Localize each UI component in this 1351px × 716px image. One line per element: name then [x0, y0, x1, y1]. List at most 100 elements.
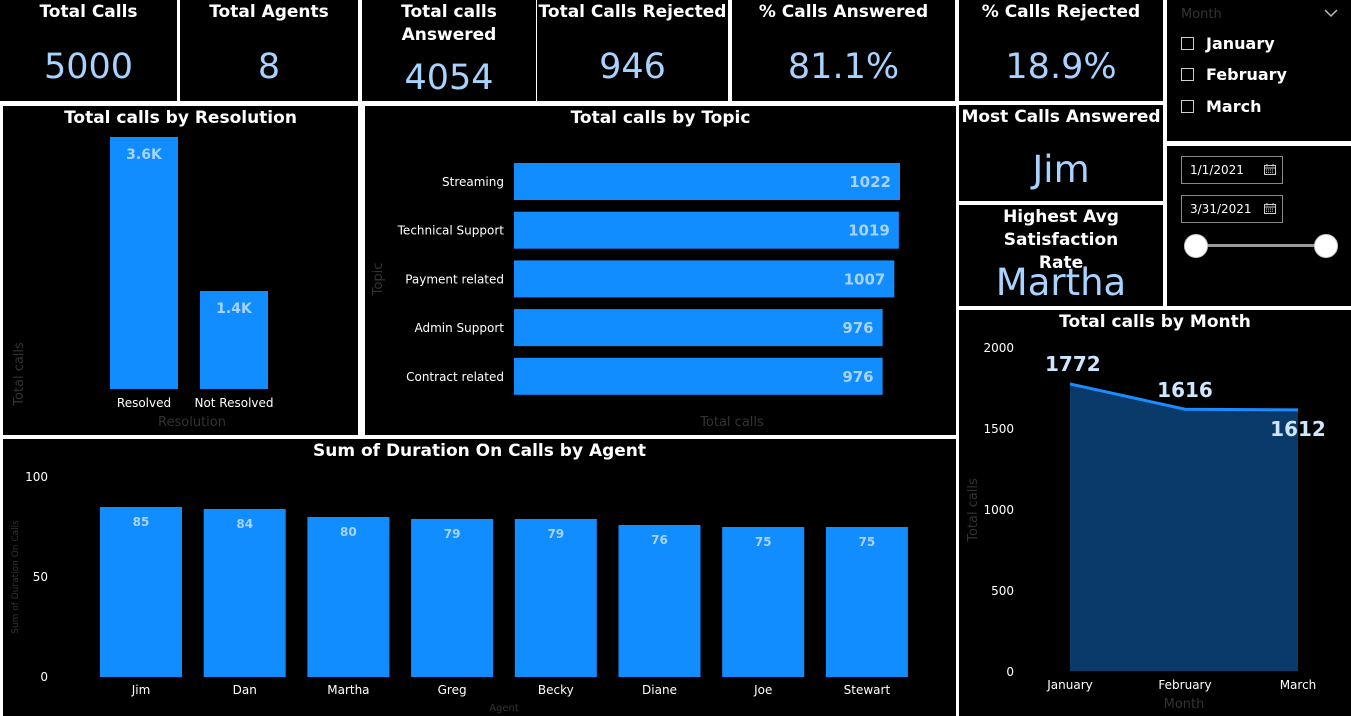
kpi-pct-answered: % Calls Answered 81.1%: [732, 0, 955, 101]
category-label: Martha: [327, 683, 369, 697]
slicer-option-february[interactable]: February: [1181, 64, 1287, 84]
duration-chart: Sum of Duration On Calls by Agent Sum of…: [3, 439, 956, 716]
bar: [100, 507, 182, 677]
data-label: 1.4K: [216, 301, 253, 317]
category-label: January: [1046, 678, 1093, 692]
kpi-label: Total calls Answered: [401, 2, 497, 45]
data-label: 976: [842, 368, 873, 386]
bar: [514, 260, 895, 298]
data-label: 1612: [1270, 417, 1326, 441]
end-date-input[interactable]: 3/31/2021: [1181, 195, 1283, 223]
kpi-label: Total Agents: [209, 2, 329, 22]
date-range-end-handle[interactable]: [1314, 234, 1338, 258]
bar: [110, 137, 178, 389]
end-date-value: 3/31/2021: [1190, 202, 1252, 216]
data-label: 1019: [848, 222, 890, 240]
y-axis-title: Total calls: [966, 478, 981, 543]
resolution-chart: Total calls by Resolution Total calls Re…: [3, 106, 358, 435]
data-label: 3.6K: [126, 147, 163, 163]
category-label: Becky: [538, 683, 574, 697]
bar: [825, 527, 908, 677]
kpi-value: 4054: [404, 58, 494, 98]
y-axis-title: Topic: [371, 263, 386, 297]
y-tick-label: 100: [25, 470, 48, 484]
x-axis-title: Resolution: [158, 415, 226, 430]
kpi-total-agents: Total Agents 8: [180, 0, 358, 101]
data-label: 84: [236, 517, 253, 531]
data-label: 80: [340, 525, 357, 539]
data-label: 79: [547, 527, 564, 541]
kpi-value: 18.9%: [1005, 47, 1117, 87]
kpi-total-rejected: Total Calls Rejected 946: [537, 0, 728, 101]
date-range-start-handle[interactable]: [1184, 234, 1208, 258]
category-label: Stewart: [844, 683, 891, 697]
slicer-title: Month: [1181, 7, 1222, 22]
x-axis-title: Agent: [489, 703, 519, 714]
checkbox[interactable]: [1181, 99, 1194, 113]
kpi-total-answered: Total calls Answered 4054: [362, 0, 536, 101]
calendar-icon[interactable]: [1264, 203, 1276, 214]
duration-chart-svg: Sum of Duration On Calls Agent 100 50 0 85 J…: [11, 470, 908, 714]
y-axis-title: Total calls: [12, 342, 27, 407]
y-tick-label: 0: [40, 670, 48, 684]
bar: [307, 517, 390, 677]
y-tick-label: 50: [33, 570, 48, 584]
date-range-track[interactable]: [1197, 244, 1326, 247]
kpi-label: Most Calls Answered: [961, 107, 1161, 127]
x-axis-title: Month: [1164, 697, 1205, 712]
kpi-value: Jim: [1032, 148, 1090, 191]
bar: [618, 525, 701, 677]
category-label: Jim: [131, 683, 151, 697]
bar: [411, 519, 494, 677]
slicer-option-january[interactable]: January: [1181, 33, 1275, 53]
data-label: 79: [444, 527, 461, 541]
kpi-label: % Calls Rejected: [981, 2, 1141, 22]
bar: [514, 211, 899, 249]
y-tick-label: 500: [991, 584, 1014, 598]
category-label: February: [1158, 678, 1211, 692]
y-tick-label: 2000: [983, 341, 1014, 355]
bar: [514, 309, 883, 347]
data-label: 75: [755, 535, 772, 549]
data-label: 1616: [1157, 378, 1213, 402]
category-label: Admin Support: [415, 321, 505, 335]
kpi-pct-rejected: % Calls Rejected 18.9%: [959, 0, 1163, 101]
kpi-most-answered: Most Calls Answered Jim: [959, 105, 1163, 201]
kpi-total-calls: Total Calls 5000: [0, 0, 177, 101]
start-date-value: 1/1/2021: [1190, 163, 1244, 177]
checkbox[interactable]: [1181, 67, 1194, 81]
checkbox[interactable]: [1181, 36, 1194, 50]
kpi-label: % Calls Answered: [758, 2, 929, 22]
kpi-value: 946: [599, 47, 666, 87]
slicer-option-march[interactable]: March: [1181, 96, 1261, 116]
category-label: March: [1280, 678, 1317, 692]
kpi-value: 8: [257, 47, 281, 87]
category-label: Technical Support: [397, 224, 505, 238]
slicer-option-label: February: [1206, 64, 1287, 84]
kpi-label: Total Calls: [39, 2, 138, 22]
data-label: 1772: [1045, 352, 1101, 376]
category-label: Streaming: [442, 175, 504, 189]
resolution-chart-svg: Total calls Resolution 3.6K Resolved 1.4K N…: [12, 137, 274, 430]
category-label: Greg: [438, 683, 467, 697]
category-label: Diane: [642, 683, 677, 697]
month-slicer: Month January February March: [1167, 0, 1351, 141]
month-chart-svg: Total calls Month 2000 1500 1000 500 0 1772 Ja…: [966, 341, 1326, 712]
category-label: Payment related: [405, 272, 504, 286]
data-label: 1022: [849, 173, 891, 191]
y-tick-label: 0: [1006, 665, 1014, 679]
kpi-value: 5000: [43, 47, 134, 87]
kpi-value: 81.1%: [787, 47, 900, 87]
area-fill: [1070, 383, 1298, 671]
chevron-down-icon[interactable]: [1324, 8, 1338, 18]
data-label: 85: [133, 515, 150, 529]
category-label: Contract related: [406, 370, 504, 384]
data-label: 1007: [844, 270, 886, 288]
kpi-label: Total Calls Rejected: [538, 2, 727, 22]
data-label: 75: [859, 535, 876, 549]
date-slicer: 1/1/2021 3/31/2021: [1167, 146, 1351, 306]
x-axis-title: Total calls: [699, 415, 764, 430]
slicer-option-label: March: [1206, 96, 1262, 116]
calendar-icon[interactable]: [1264, 164, 1276, 175]
start-date-input[interactable]: 1/1/2021: [1181, 156, 1283, 184]
